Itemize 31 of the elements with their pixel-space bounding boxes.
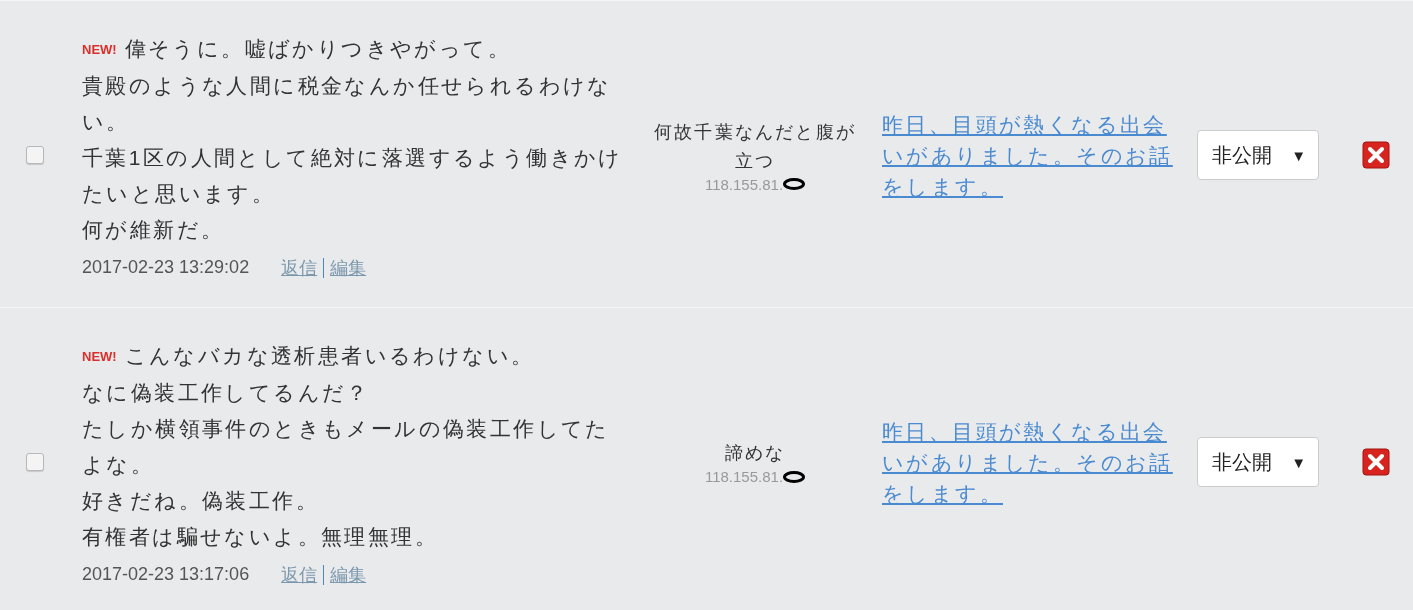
visibility-select[interactable]: 非公開 ▼ xyxy=(1197,130,1319,180)
ip-address: 118.155.81. xyxy=(704,468,784,485)
comment-text: 千葉1区の人間として絶対に落選するよう働きかけたいと思います。 xyxy=(82,144,624,207)
comment-text: 偉そうに。嘘ばかりつきやがって。 xyxy=(124,36,512,60)
comment-text: なに偽装工作してるんだ？ xyxy=(82,379,371,406)
comment-date: 2017-02-23 13:17:06 xyxy=(82,564,250,585)
author-name: 何故千葉なんだと腹が立つ xyxy=(653,120,857,173)
ip-address: 118.155.81. xyxy=(704,175,784,193)
comment-text: 何が維新だ。 xyxy=(82,216,226,243)
checkbox[interactable] xyxy=(26,146,44,164)
comment-text: こんなバカな透析患者いるわけない。 xyxy=(124,343,535,367)
author-name: 諦めな xyxy=(723,442,787,465)
edit-link[interactable]: 編集 xyxy=(330,562,367,587)
delete-icon[interactable] xyxy=(1362,141,1390,169)
edit-link[interactable]: 編集 xyxy=(330,255,367,280)
redaction-scribble-icon xyxy=(783,178,806,190)
reply-link[interactable]: 返信 xyxy=(281,255,318,280)
comment-text: 好きだね。偽装工作。 xyxy=(82,487,320,514)
comment-text: 貴殿のような人間に税金なんか任せられるわけない。 xyxy=(82,72,613,135)
new-label: NEW! xyxy=(82,41,117,57)
checkbox[interactable] xyxy=(26,453,44,471)
reply-link[interactable]: 返信 xyxy=(281,562,318,587)
comment-text: 有権者は騙せないよ。無理無理。 xyxy=(82,523,439,550)
new-label: NEW! xyxy=(82,348,117,364)
post-link[interactable]: 昨日、目頭が熱くなる出会いがありました。そのお話をします。 xyxy=(882,108,1174,202)
post-link[interactable]: 昨日、目頭が熱くなる出会いがありました。そのお話をします。 xyxy=(882,415,1174,509)
redaction-scribble-icon xyxy=(783,470,806,483)
comment-date: 2017-02-23 13:29:02 xyxy=(82,257,250,278)
comment-text: たしか横領事件のときもメールの偽装工作してたよな。 xyxy=(82,415,611,478)
delete-icon[interactable] xyxy=(1362,448,1390,476)
visibility-select[interactable]: 非公開 ▼ xyxy=(1197,437,1319,487)
